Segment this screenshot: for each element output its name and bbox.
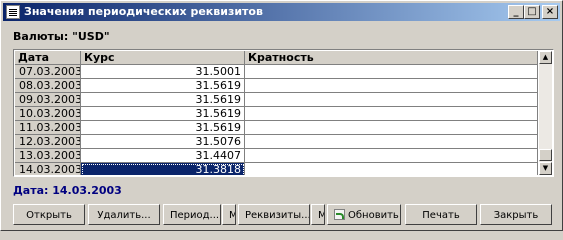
scroll-up-button[interactable]: ▲ bbox=[539, 51, 552, 64]
date-cell: 08.03.2003 bbox=[15, 79, 81, 93]
multiplicity-cell[interactable] bbox=[245, 79, 538, 93]
close-button[interactable]: Закрыть bbox=[480, 204, 552, 225]
multiplicity-cell[interactable] bbox=[245, 149, 538, 163]
rate-cell[interactable]: 31.5619 bbox=[81, 107, 245, 121]
date-cell: 13.03.2003 bbox=[15, 149, 81, 163]
currency-label: Валюты: "USD" bbox=[13, 30, 110, 43]
table-row[interactable]: 10.03.2003 31.5619 bbox=[15, 107, 538, 121]
maximize-button[interactable]: □ bbox=[524, 5, 540, 19]
date-cell: 10.03.2003 bbox=[15, 107, 81, 121]
rate-cell[interactable]: 31.4407 bbox=[81, 149, 245, 163]
table-row[interactable]: 13.03.2003 31.4407 bbox=[15, 149, 538, 163]
date-cell: 12.03.2003 bbox=[15, 135, 81, 149]
minimize-button[interactable]: _ bbox=[508, 5, 524, 19]
table-row[interactable]: 12.03.2003 31.5076 bbox=[15, 135, 538, 149]
title-bar[interactable]: Значения периодических реквизитов _ □ × bbox=[3, 3, 560, 21]
date-cell: 14.03.2003 bbox=[15, 163, 81, 175]
attributes-button[interactable]: Реквизиты... bbox=[238, 204, 310, 225]
rate-cell[interactable]: 31.5001 bbox=[81, 65, 245, 79]
rates-table-body: Дата Курс Кратность 07.03.2003 31.5001 0… bbox=[15, 51, 538, 175]
delete-button[interactable]: Удалить... bbox=[88, 204, 160, 225]
multiplicity-cell[interactable] bbox=[245, 163, 538, 175]
open-button[interactable]: Открыть bbox=[13, 204, 85, 225]
multiplicity-cell[interactable] bbox=[245, 93, 538, 107]
column-header-date[interactable]: Дата bbox=[15, 51, 81, 65]
table-row[interactable]: 07.03.2003 31.5001 bbox=[15, 65, 538, 79]
table-row-selected[interactable]: 14.03.2003 31.3818 bbox=[15, 163, 538, 175]
dialog-window: Значения периодических реквизитов _ □ × … bbox=[0, 0, 563, 231]
window-title: Значения периодических реквизитов bbox=[24, 5, 263, 18]
print-button[interactable]: Печать bbox=[405, 204, 477, 225]
attributes-menu-button[interactable]: M bbox=[311, 204, 325, 225]
multiplicity-cell[interactable] bbox=[245, 135, 538, 149]
rate-cell-selected[interactable]: 31.3818 bbox=[81, 163, 245, 175]
rate-cell[interactable]: 31.5619 bbox=[81, 93, 245, 107]
app-icon bbox=[6, 5, 20, 19]
period-button[interactable]: Период... bbox=[163, 204, 221, 225]
column-header-multiplicity[interactable]: Кратность bbox=[245, 51, 538, 65]
scroll-thumb[interactable] bbox=[539, 149, 552, 161]
refresh-icon bbox=[334, 209, 345, 220]
period-menu-button[interactable]: M bbox=[222, 204, 236, 225]
vertical-scrollbar[interactable]: ▲ ▼ bbox=[539, 51, 552, 175]
date-cell: 07.03.2003 bbox=[15, 65, 81, 79]
rate-cell[interactable]: 31.5619 bbox=[81, 79, 245, 93]
rate-cell[interactable]: 31.5619 bbox=[81, 121, 245, 135]
multiplicity-cell[interactable] bbox=[245, 107, 538, 121]
scroll-down-button[interactable]: ▼ bbox=[539, 162, 552, 175]
current-date-status: Дата: 14.03.2003 bbox=[13, 184, 122, 197]
close-window-button[interactable]: × bbox=[542, 5, 558, 19]
table-row[interactable]: 11.03.2003 31.5619 bbox=[15, 121, 538, 135]
table-row[interactable]: 09.03.2003 31.5619 bbox=[15, 93, 538, 107]
multiplicity-cell[interactable] bbox=[245, 121, 538, 135]
multiplicity-cell[interactable] bbox=[245, 65, 538, 79]
column-header-rate[interactable]: Курс bbox=[81, 51, 245, 65]
refresh-label: Обновить bbox=[348, 210, 399, 221]
date-cell: 11.03.2003 bbox=[15, 121, 81, 135]
rate-cell[interactable]: 31.5076 bbox=[81, 135, 245, 149]
date-cell: 09.03.2003 bbox=[15, 93, 81, 107]
rates-table[interactable]: Дата Курс Кратность 07.03.2003 31.5001 0… bbox=[13, 49, 554, 177]
refresh-button[interactable]: Обновить bbox=[327, 204, 401, 225]
table-row[interactable]: 08.03.2003 31.5619 bbox=[15, 79, 538, 93]
